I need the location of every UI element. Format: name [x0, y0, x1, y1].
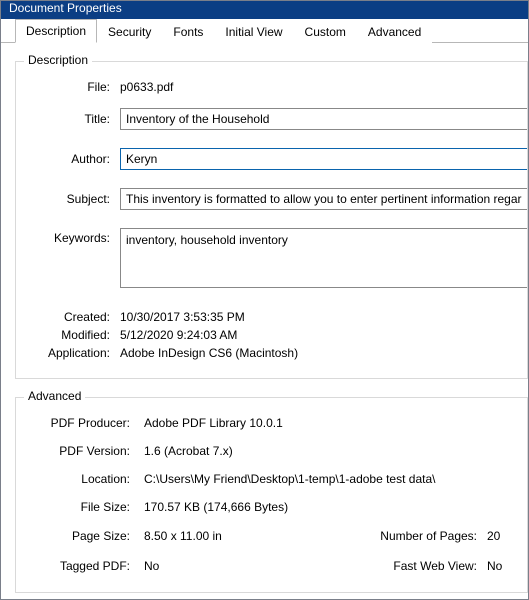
keywords-label: Keywords:: [16, 228, 120, 245]
title-label: Title:: [16, 112, 120, 126]
tab-advanced[interactable]: Advanced: [357, 20, 432, 43]
keywords-input[interactable]: [120, 228, 527, 288]
application-value: Adobe InDesign CS6 (Macintosh): [120, 346, 527, 360]
description-group-title: Description: [24, 53, 92, 67]
tagged-pdf-label: Tagged PDF:: [16, 559, 140, 573]
created-label: Created:: [16, 310, 120, 324]
tab-description[interactable]: Description: [15, 19, 97, 43]
pdf-version-value: 1.6 (Acrobat 7.x): [140, 444, 527, 458]
tab-fonts[interactable]: Fonts: [162, 20, 214, 43]
document-properties-window: Document Properties Description Security…: [0, 0, 529, 600]
tagged-pdf-value: No: [140, 559, 337, 573]
created-value: 10/30/2017 3:53:35 PM: [120, 310, 527, 324]
window-title: Document Properties: [9, 1, 122, 15]
modified-value: 5/12/2020 9:24:03 AM: [120, 328, 527, 342]
location-value: C:\Users\My Friend\Desktop\1-temp\1-adob…: [140, 472, 527, 486]
page-size-value: 8.50 x 11.00 in: [140, 529, 337, 543]
location-label: Location:: [16, 472, 140, 486]
tab-initial-view[interactable]: Initial View: [214, 20, 293, 43]
file-value: p0633.pdf: [120, 80, 527, 94]
author-label: Author:: [16, 152, 120, 166]
fast-web-view-label: Fast Web View:: [337, 559, 487, 573]
number-of-pages-value: 20: [487, 529, 527, 543]
titlebar: Document Properties: [1, 1, 528, 19]
application-label: Application:: [16, 346, 120, 360]
fast-web-view-value: No: [487, 559, 527, 573]
subject-label: Subject:: [16, 192, 120, 206]
description-group: Description File: p0633.pdf Title: Autho…: [15, 61, 528, 379]
subject-input[interactable]: [120, 188, 527, 210]
tab-body: Description File: p0633.pdf Title: Autho…: [1, 43, 528, 593]
advanced-group: Advanced PDF Producer: Adobe PDF Library…: [15, 397, 528, 593]
modified-label: Modified:: [16, 328, 120, 342]
number-of-pages-label: Number of Pages:: [337, 529, 487, 543]
page-size-label: Page Size:: [16, 529, 140, 543]
content-area: Description Security Fonts Initial View …: [1, 19, 528, 593]
title-input[interactable]: [120, 108, 527, 130]
file-label: File:: [16, 80, 120, 94]
author-input[interactable]: [120, 148, 527, 170]
pdf-version-label: PDF Version:: [16, 444, 140, 458]
file-size-label: File Size:: [16, 500, 140, 514]
file-size-value: 170.57 KB (174,666 Bytes): [140, 500, 527, 514]
tab-security[interactable]: Security: [97, 20, 162, 43]
tabstrip: Description Security Fonts Initial View …: [1, 19, 528, 43]
advanced-group-title: Advanced: [24, 389, 85, 403]
pdf-producer-value: Adobe PDF Library 10.0.1: [140, 416, 527, 430]
tab-custom[interactable]: Custom: [294, 20, 357, 43]
pdf-producer-label: PDF Producer:: [16, 416, 140, 430]
